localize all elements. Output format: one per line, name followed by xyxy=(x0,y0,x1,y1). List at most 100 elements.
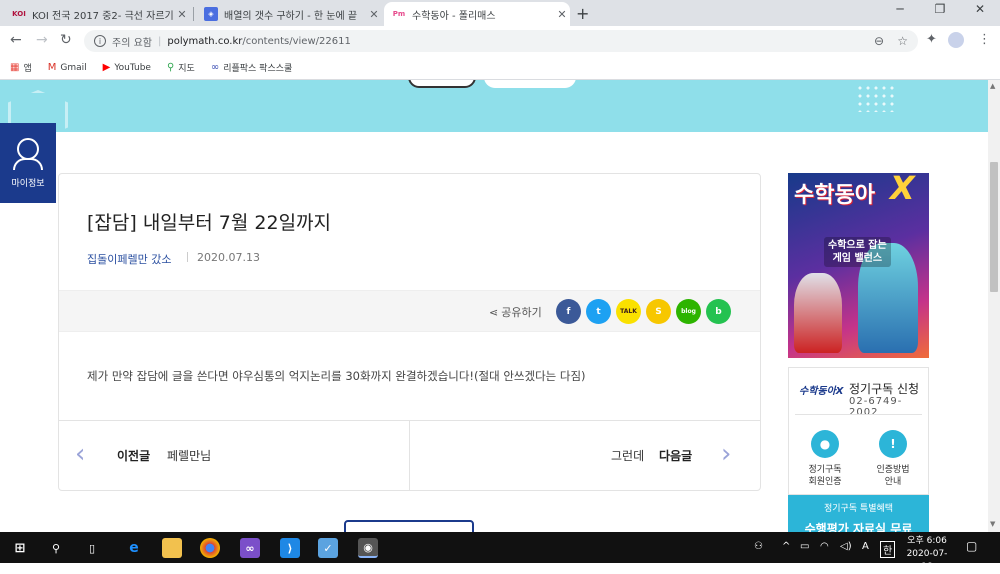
tab-polymath[interactable]: Pm 수학동아 - 폴리매스 ✕ xyxy=(384,2,570,26)
alert-icon: ! xyxy=(879,430,907,458)
bookmark-gmail[interactable]: M Gmail xyxy=(48,62,87,73)
my-info-button[interactable]: 마이정보 xyxy=(0,123,56,203)
kakaotalk-share-button[interactable]: TALK xyxy=(616,299,641,324)
app-icon[interactable]: ✓ xyxy=(318,538,338,558)
subscribe-logo: 수학동아X xyxy=(799,386,844,397)
prev-post-title[interactable]: 페렐만님 xyxy=(167,447,211,464)
bookmark-paxschool[interactable]: ∞ 리플팍스 팍스스쿨 xyxy=(211,61,292,74)
wifi-icon[interactable]: ◠ xyxy=(820,541,829,552)
facebook-share-button[interactable]: f xyxy=(556,299,581,324)
subscribe-box: 수학동아X 정기구독 신청 02-6749-2002 ● 정기구독 회원인증 !… xyxy=(788,367,929,495)
minimize-icon[interactable]: ─ xyxy=(880,2,920,16)
zoom-icon[interactable]: ⊖ xyxy=(874,34,884,48)
blog-icon: blog xyxy=(681,308,696,315)
battery-icon[interactable]: ▭ xyxy=(800,541,809,552)
kakaotalk-icon: TALK xyxy=(620,308,637,315)
windows-start-icon[interactable]: ⊞ xyxy=(10,538,30,558)
share-icon: ⋖ xyxy=(489,305,499,319)
article-body: 제가 만약 잡담에 글을 쓴다면 야우심통의 억지논리를 30화까지 완결하겠습… xyxy=(87,369,586,383)
kakaostory-icon: S xyxy=(655,306,662,317)
search-icon[interactable]: ⚲ xyxy=(46,538,66,558)
volume-icon[interactable]: ◁) xyxy=(840,541,852,552)
menu-icon[interactable]: ⋮ xyxy=(978,32,991,47)
magazine-headline: 수학으로 잡는 게임 밸런스 xyxy=(824,237,891,267)
share-bar: ⋖ 공유하기 f t TALK S blog b xyxy=(59,290,760,332)
bookmark-label: 지도 xyxy=(178,64,195,74)
magazine-ad[interactable]: 수학동아 X 수학으로 잡는 게임 밸런스 xyxy=(788,173,929,358)
bookmark-maps[interactable]: ⚲ 지도 xyxy=(167,61,195,74)
visual-studio-icon[interactable]: ∞ xyxy=(240,538,260,558)
band-share-button[interactable]: b xyxy=(706,299,731,324)
profile-avatar[interactable] xyxy=(948,32,964,48)
close-icon[interactable]: ✕ xyxy=(174,8,190,21)
reload-icon[interactable]: ↻ xyxy=(60,32,72,48)
subscribe-title[interactable]: 정기구독 신청 xyxy=(849,380,919,397)
verify-guide-button[interactable]: ! 인증방법 안내 xyxy=(865,430,921,488)
banner-button-1[interactable] xyxy=(408,80,476,88)
taskbar-clock[interactable]: 오후 6:06 2020-07-18 xyxy=(902,535,952,574)
polymath-favicon-icon: Pm xyxy=(392,10,406,18)
address-divider: | xyxy=(157,35,162,47)
prev-next-nav: ‹ 이전글 페렐만님 그런데 다음글 › xyxy=(59,420,760,491)
vertical-scrollbar[interactable]: ▲ ▼ xyxy=(988,80,1000,532)
language-icon[interactable]: A xyxy=(862,541,869,552)
bookmark-label: 앱 xyxy=(23,64,32,74)
tab-title: 수학동아 - 폴리매스 xyxy=(412,10,496,22)
scroll-down-icon[interactable]: ▼ xyxy=(990,520,995,528)
notification-icon[interactable]: ▢ xyxy=(966,539,977,553)
close-icon[interactable]: ✕ xyxy=(554,8,570,21)
maps-icon: ⚲ xyxy=(166,62,175,73)
chrome-icon[interactable] xyxy=(200,538,220,558)
bookmark-label: Gmail xyxy=(60,62,87,73)
bookmark-youtube[interactable]: ▶ YouTube xyxy=(103,62,151,73)
tab-array[interactable]: ◈ 배열의 갯수 구하기 - 한 눈에 끝 ✕ xyxy=(196,2,382,26)
band-icon: b xyxy=(715,306,722,317)
blog-share-button[interactable]: blog xyxy=(676,299,701,324)
article-author[interactable]: 집돌이페렐만 갔소 xyxy=(87,251,171,267)
scroll-thumb[interactable] xyxy=(990,162,998,292)
prev-post-label[interactable]: 이전글 xyxy=(117,447,150,464)
benefit-banner[interactable]: 정기구독 특별혜택 수행평가 자료실 무료 xyxy=(788,495,929,532)
next-post-title[interactable]: 그런데 xyxy=(611,447,644,464)
robot-illustration xyxy=(794,273,842,353)
window-close-icon[interactable]: ✕ xyxy=(960,2,1000,16)
address-bar[interactable]: i 주의 요함 | polymath.co.kr/contents/view/2… xyxy=(84,30,918,52)
bookmark-apps[interactable]: ▦ 앱 xyxy=(10,61,32,74)
task-view-icon[interactable]: ▯ xyxy=(82,538,102,558)
info-icon[interactable]: i xyxy=(94,35,106,47)
edge-icon[interactable]: e xyxy=(124,538,144,558)
scroll-up-icon[interactable]: ▲ xyxy=(990,82,995,90)
chevron-left-icon[interactable]: ‹ xyxy=(75,439,85,469)
forward-icon[interactable]: → xyxy=(36,32,48,48)
back-icon[interactable]: ← xyxy=(10,32,22,48)
browser-toolbar: ← → ↻ i 주의 요함 | polymath.co.kr/contents/… xyxy=(0,26,1000,56)
next-post-label[interactable]: 다음글 xyxy=(659,447,692,464)
benefit-title: 정기구독 특별혜택 xyxy=(823,504,894,514)
link-icon: ∞ xyxy=(210,62,220,73)
clock-date: 2020-07-18 xyxy=(906,549,948,572)
member-verify-label: 정기구독 회원인증 xyxy=(808,465,842,487)
banner-button-2[interactable] xyxy=(484,80,576,88)
close-icon[interactable]: ✕ xyxy=(366,8,382,21)
chrome-active-icon[interactable]: ◉ xyxy=(358,538,378,558)
twitter-share-button[interactable]: t xyxy=(586,299,611,324)
bookmark-star-icon[interactable]: ☆ xyxy=(897,34,908,48)
article-card: [잡담] 내일부터 7월 22일까지 집돌이페렐만 갔소 2020.07.13 … xyxy=(58,173,761,491)
show-hidden-icon[interactable]: ^ xyxy=(782,541,790,552)
ime-indicator[interactable]: 한 xyxy=(880,541,896,558)
vscode-icon[interactable]: ⟩ xyxy=(280,538,300,558)
restore-icon[interactable]: ❐ xyxy=(920,2,960,16)
new-tab-icon[interactable]: + xyxy=(576,4,589,23)
member-verify-button[interactable]: ● 정기구독 회원인증 xyxy=(797,430,853,488)
security-label: 주의 요함 xyxy=(112,37,152,49)
extensions-icon[interactable]: ✦ xyxy=(926,32,937,47)
people-icon[interactable]: ⚇ xyxy=(754,541,763,552)
kakaostory-share-button[interactable]: S xyxy=(646,299,671,324)
bookmark-label: YouTube xyxy=(114,62,151,73)
chevron-right-icon[interactable]: › xyxy=(721,439,731,469)
file-explorer-icon[interactable] xyxy=(162,538,182,558)
dot-pattern-decoration xyxy=(856,84,896,112)
tab-koi[interactable]: KOI KOI 전국 2017 중2- 극선 자르기 ✕ xyxy=(4,2,190,26)
list-button[interactable] xyxy=(344,520,474,532)
share-label: ⋖ 공유하기 xyxy=(489,304,542,320)
